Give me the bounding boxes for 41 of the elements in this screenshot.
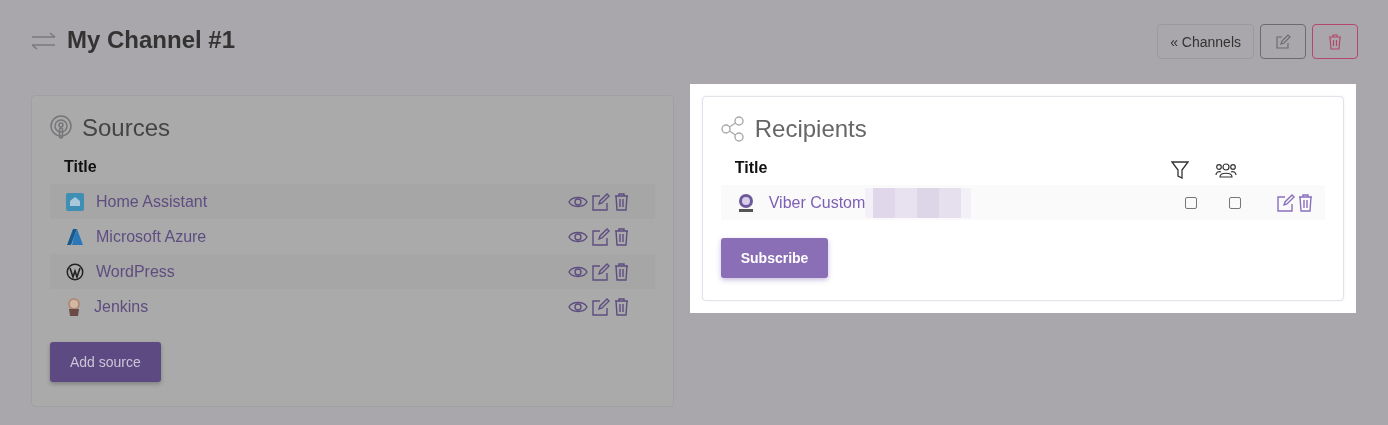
column-header: Title [63,157,98,177]
channels-button[interactable]: « Channels [1157,24,1254,59]
trash-icon[interactable] [613,227,629,246]
view-icon[interactable] [567,264,588,279]
trash-icon[interactable] [613,192,629,211]
wordpress-icon [66,262,84,281]
card-heading: Sources [82,114,171,142]
swap-icon [31,32,57,50]
edit-icon[interactable] [591,297,610,316]
subscribe-button[interactable]: Subscribe [720,238,829,278]
trash-icon[interactable] [613,262,629,281]
filter-checkbox[interactable] [1185,196,1197,209]
column-header: Title [733,158,769,178]
group-checkbox[interactable] [1229,196,1241,209]
card-heading: Recipients [754,115,867,143]
azure-icon [66,227,84,246]
view-icon[interactable] [567,229,588,244]
trash-icon [1328,33,1342,50]
trash-icon[interactable] [613,297,629,316]
edit-icon[interactable] [591,227,610,246]
edit-icon[interactable] [1277,193,1295,212]
share-icon [720,116,745,142]
edit-icon [1275,33,1291,50]
trash-icon[interactable] [1298,193,1313,212]
recipient-link[interactable]: Viber Custom [768,193,866,212]
filter-icon [1171,161,1189,179]
house-icon [66,192,84,211]
edit-button[interactable] [1260,24,1306,59]
add-source-button[interactable]: Add source [50,342,161,382]
podcast-icon [50,115,72,141]
delete-button[interactable] [1312,24,1358,59]
source-link[interactable]: Home Assistant [96,192,208,211]
source-link[interactable]: WordPress [96,262,175,281]
view-icon[interactable] [567,194,588,209]
source-link[interactable]: Microsoft Azure [96,227,207,246]
edit-icon[interactable] [591,262,610,281]
source-link[interactable]: Jenkins [94,297,149,316]
view-icon[interactable] [567,299,588,314]
page-title: My Channel #1 [67,26,236,54]
group-icon [1215,162,1237,178]
edit-icon[interactable] [591,192,610,211]
